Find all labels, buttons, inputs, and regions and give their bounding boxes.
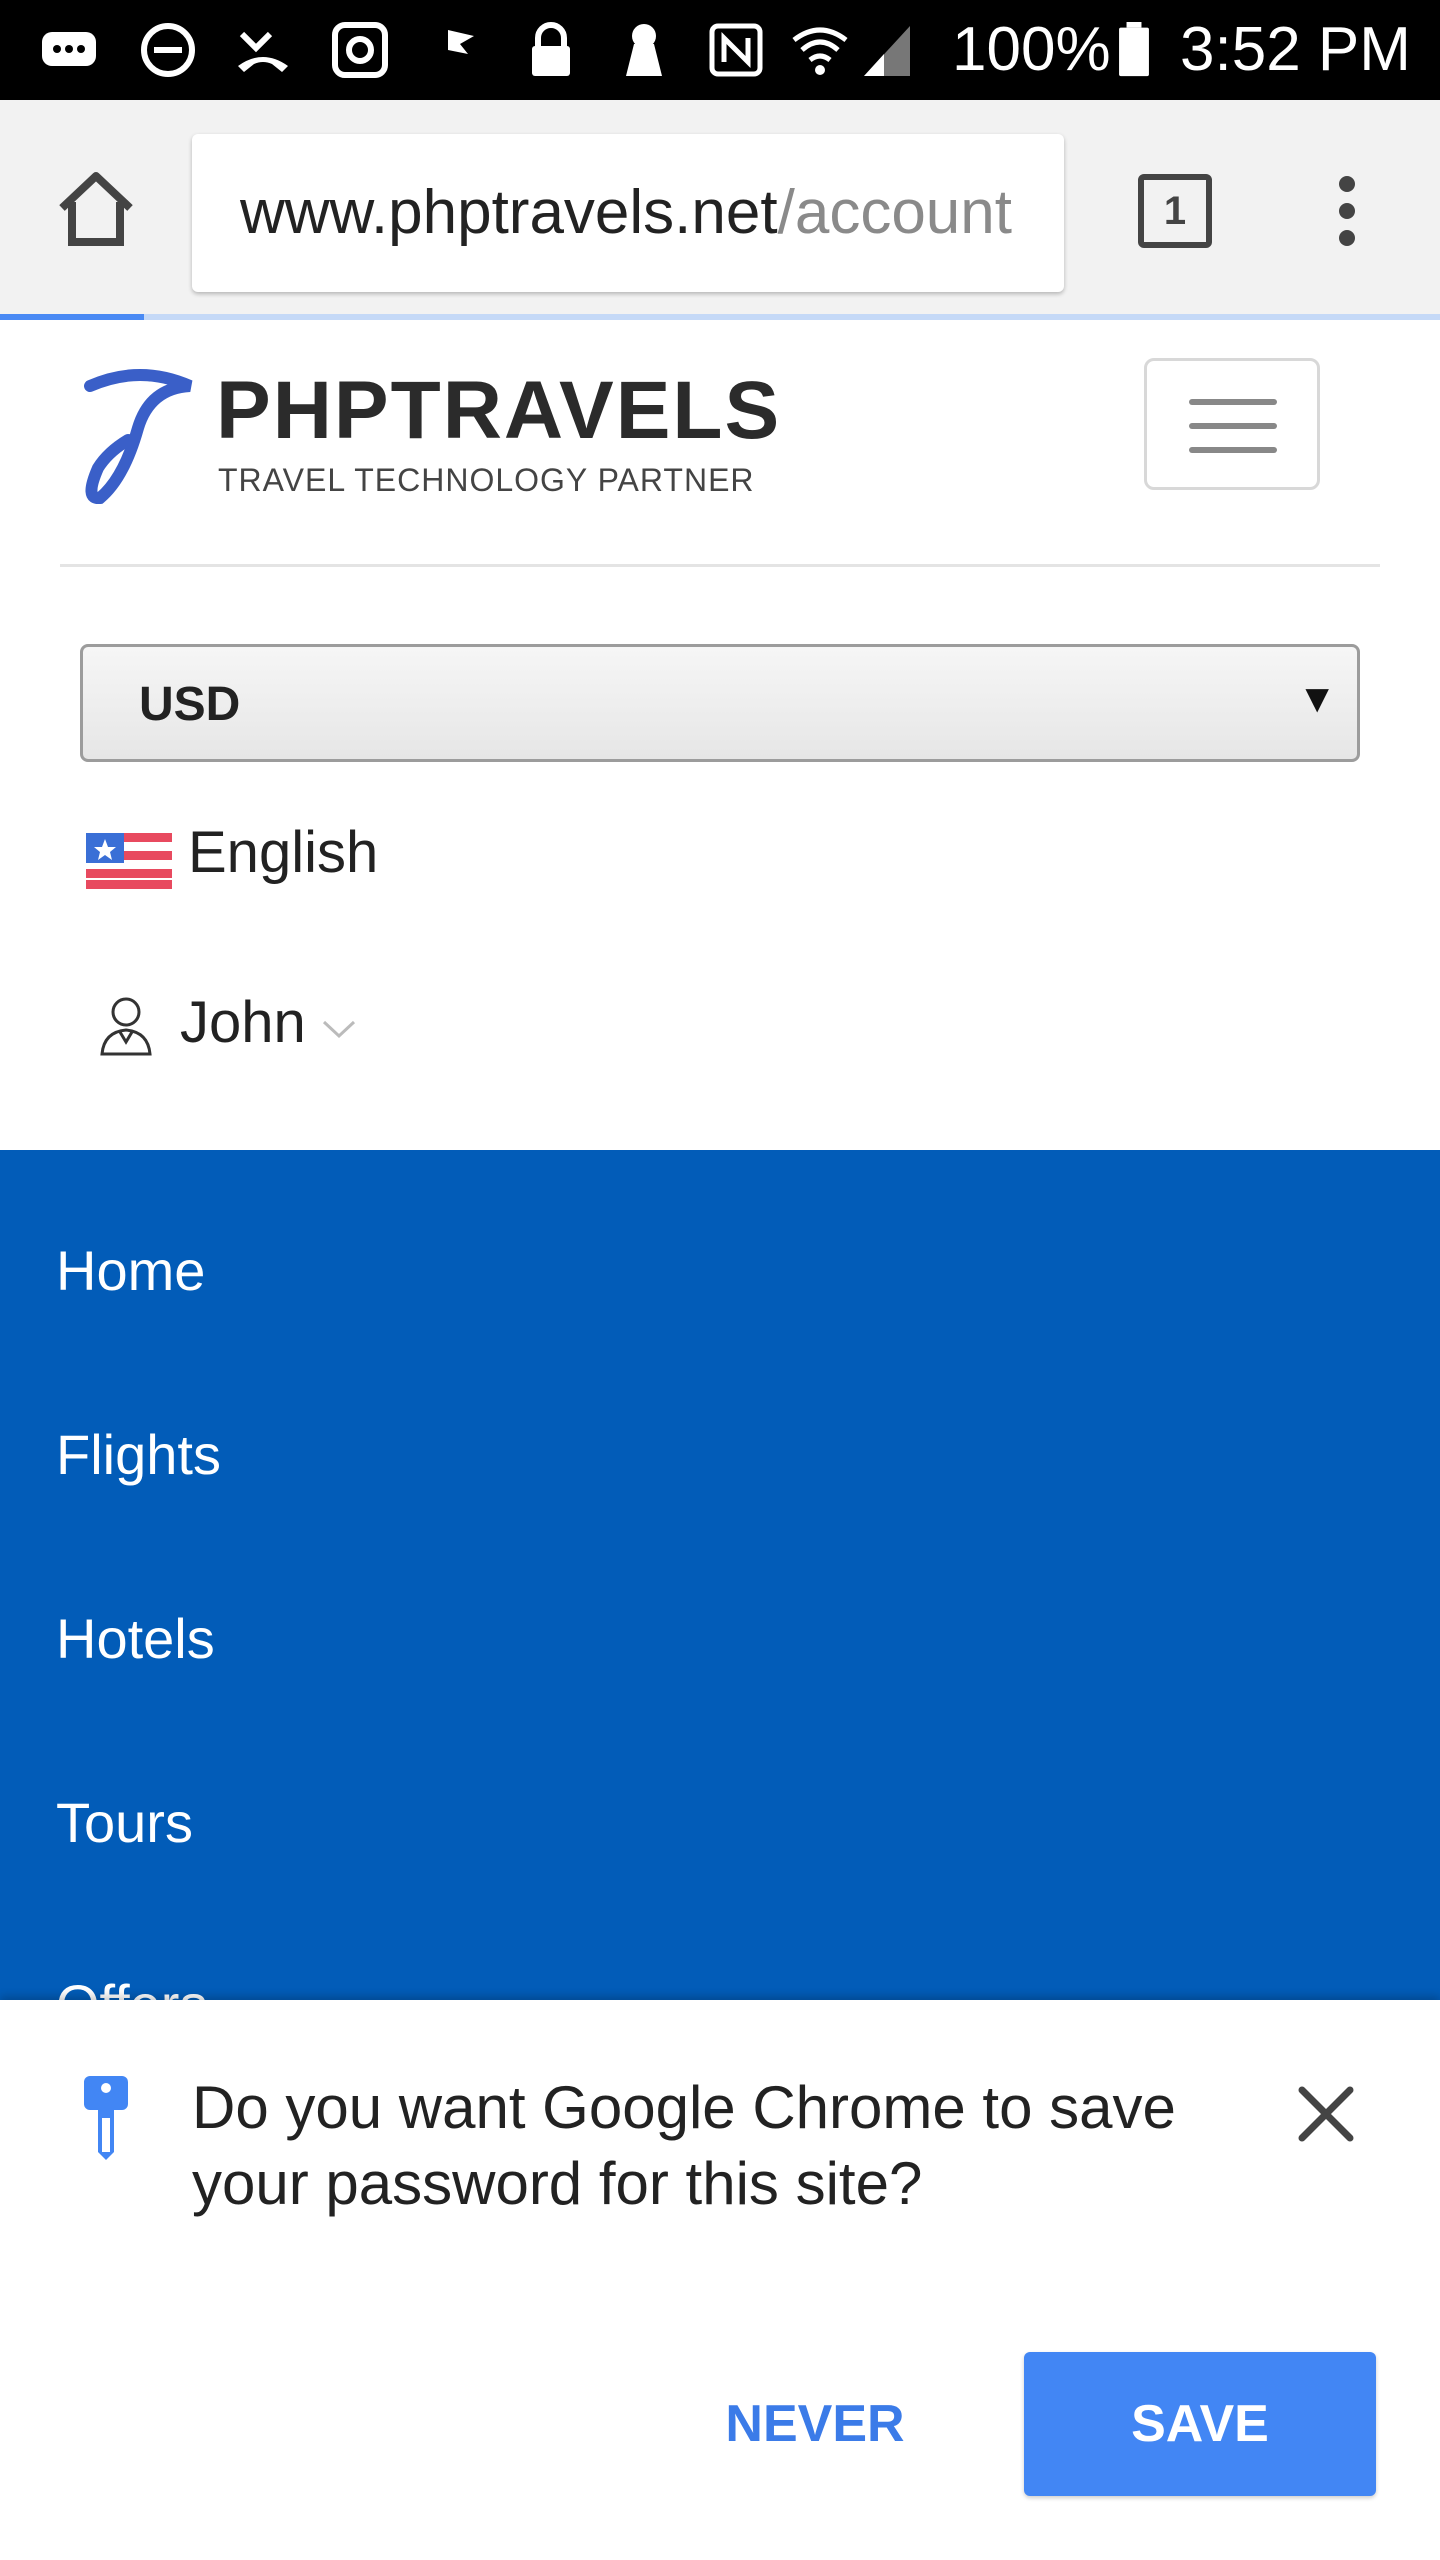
nav-item-home[interactable]: Home <box>56 1236 205 1306</box>
tab-count: 1 <box>1163 189 1187 233</box>
lock-icon <box>532 22 570 76</box>
status-bar: 100% 3:52 PM <box>0 0 1440 100</box>
nfc-icon <box>709 23 763 77</box>
never-button[interactable]: NEVER <box>700 2352 930 2496</box>
flag-icon <box>448 30 474 72</box>
menu-toggle-button[interactable] <box>1144 358 1320 490</box>
close-icon[interactable] <box>1290 2078 1362 2150</box>
hamburger-line <box>1189 423 1277 429</box>
site-header: PHPTRAVELS TRAVEL TECHNOLOGY PARTNER <box>0 320 1440 568</box>
messages-icon <box>42 32 96 66</box>
logo-wordmark[interactable]: PHPTRAVELS <box>216 364 781 458</box>
save-button[interactable]: SAVE <box>1024 2352 1376 2496</box>
signal-icon <box>864 26 910 76</box>
missed-call-icon <box>238 31 288 72</box>
url-path: /account <box>777 178 1012 247</box>
nav-item-tours[interactable]: Tours <box>56 1788 193 1858</box>
instagram-icon <box>332 22 388 78</box>
nav-item-flights[interactable]: Flights <box>56 1420 221 1490</box>
hamburger-line <box>1189 447 1277 453</box>
save-password-message: Do you want Google Chrome to save your p… <box>192 2074 1176 2217</box>
nav-item-hotels[interactable]: Hotels <box>56 1604 215 1674</box>
chevron-down-icon[interactable] <box>320 1016 358 1042</box>
user-menu-name[interactable]: John <box>180 988 306 1058</box>
us-flag-icon[interactable] <box>86 826 172 896</box>
dropdown-arrow-icon: ▼ <box>1297 677 1337 721</box>
currency-select[interactable]: USD ▼ <box>80 644 1360 762</box>
nav-item-offers[interactable]: Offers <box>56 1970 207 2000</box>
battery-percent: 100% <box>952 15 1111 84</box>
url-host: www.phptravels.net <box>240 178 778 247</box>
clock: 3:52 PM <box>1180 15 1411 84</box>
address-bar[interactable]: www.phptravels.net/account <box>192 134 1064 292</box>
main-nav: Home Flights Hotels Tours Offers <box>0 1150 1440 2000</box>
currency-selected-value: USD <box>139 678 241 731</box>
browser-toolbar: www.phptravels.net/account 1 <box>0 100 1440 320</box>
home-icon[interactable] <box>54 168 138 248</box>
language-label[interactable]: English <box>188 818 378 888</box>
logo-tagline: TRAVEL TECHNOLOGY PARTNER <box>218 462 755 498</box>
tab-switcher-button[interactable]: 1 <box>1138 174 1212 248</box>
keyhole-icon <box>626 24 662 76</box>
do-not-disturb-icon <box>141 23 195 77</box>
battery-icon <box>1119 22 1149 77</box>
user-icon <box>100 997 152 1056</box>
header-divider <box>60 564 1380 567</box>
logo-mark-icon[interactable] <box>80 368 200 504</box>
save-password-infobar: Do you want Google Chrome to save your p… <box>0 2000 1440 2560</box>
key-icon <box>84 2076 128 2160</box>
wifi-icon <box>792 27 848 75</box>
more-options-icon[interactable] <box>1330 174 1364 248</box>
hamburger-line <box>1189 399 1277 405</box>
